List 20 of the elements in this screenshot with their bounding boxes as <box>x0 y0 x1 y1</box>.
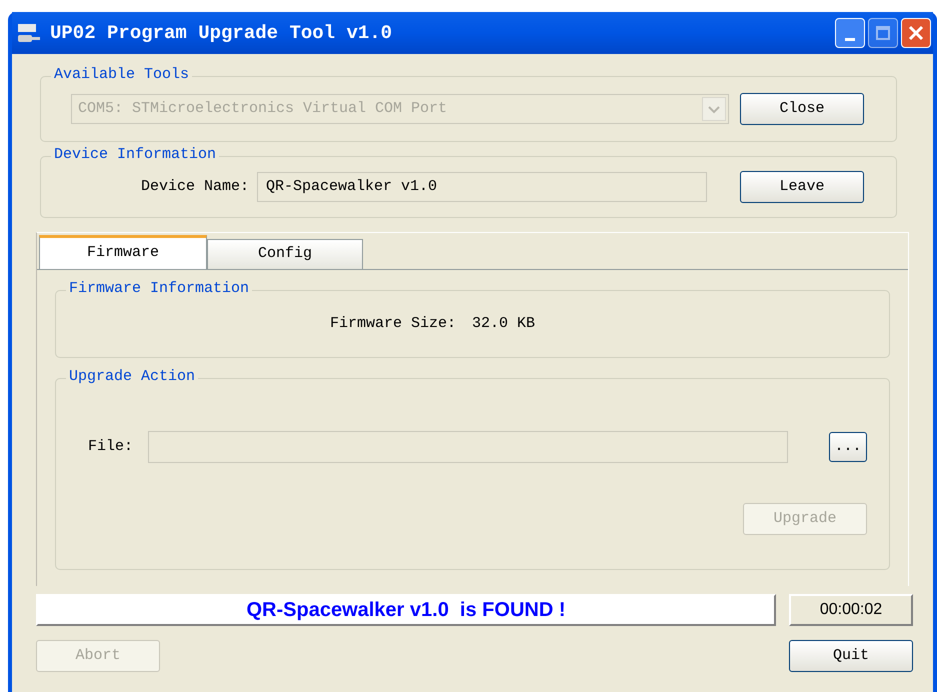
firmware-size-label: Firmware Size: <box>330 314 456 334</box>
quit-button[interactable]: Quit <box>789 640 913 672</box>
window-title: UP02 Program Upgrade Tool v1.0 <box>50 20 394 46</box>
chevron-down-icon <box>702 97 726 121</box>
close-icon <box>908 25 924 41</box>
device-name-label: Device Name: <box>141 176 250 197</box>
status-message: QR-Spacewalker v1.0 is FOUND ! <box>36 594 776 626</box>
leave-button[interactable]: Leave <box>740 171 864 203</box>
file-path-field[interactable] <box>148 431 788 463</box>
close-tool-button[interactable]: Close <box>740 93 864 125</box>
maximize-button[interactable] <box>868 18 898 48</box>
browse-button[interactable]: ... <box>829 432 867 462</box>
tab[interactable]: Config <box>207 239 363 269</box>
minimize-button[interactable] <box>835 18 865 48</box>
elapsed-timer: 00:00:02 <box>789 594 913 626</box>
close-button[interactable] <box>901 18 931 48</box>
firmware-size-value: 32.0 KB <box>472 314 536 334</box>
file-label: File: <box>87 436 134 457</box>
tab[interactable]: Firmware <box>39 235 207 269</box>
device-name-field: QR-Spacewalker v1.0 <box>257 172 708 202</box>
